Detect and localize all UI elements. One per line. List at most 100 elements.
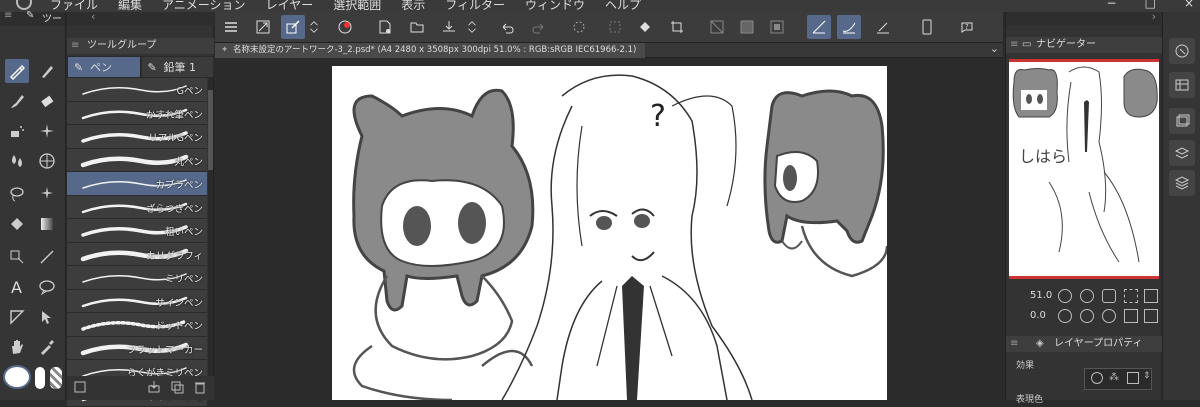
menu-icon[interactable]: ≡	[1010, 336, 1018, 352]
brush-item[interactable]: リアルGペン	[67, 125, 207, 149]
canvas-area[interactable]: ?	[215, 58, 1003, 400]
grid-snap-icon[interactable]	[871, 15, 895, 39]
collapse-icon[interactable]: ‹	[91, 10, 95, 23]
brush-tool-icon[interactable]	[5, 89, 29, 113]
sub-color-swatch[interactable]	[35, 367, 45, 389]
menu-icon[interactable]: ≡	[1010, 37, 1018, 53]
actual-size-icon[interactable]	[1102, 289, 1116, 303]
menu-item[interactable]: レイヤー	[266, 0, 314, 12]
duplicate-icon[interactable]	[170, 380, 184, 394]
help-icon[interactable]: ?	[955, 15, 979, 39]
fit-window-icon[interactable]	[251, 15, 275, 39]
layer-panel-icon[interactable]	[1169, 170, 1195, 196]
layer-color-icon[interactable]	[1127, 372, 1139, 384]
magic-wand-icon[interactable]	[35, 182, 59, 206]
border-effect-icon[interactable]	[1091, 372, 1103, 384]
material-panel-icon[interactable]	[1169, 72, 1195, 98]
pen-tool-icon[interactable]	[5, 59, 29, 83]
brush-item[interactable]: Gペン	[67, 78, 207, 102]
subtool-tab[interactable]: ✎鉛筆 1	[141, 56, 215, 78]
subtool-tab[interactable]: ✎ペン	[67, 56, 141, 78]
flip-vertical-icon[interactable]	[1144, 309, 1158, 323]
gradient-tool-icon[interactable]	[35, 212, 59, 236]
chevron-updown-icon[interactable]	[307, 15, 321, 39]
save-icon[interactable]	[437, 15, 461, 39]
menu-icon[interactable]	[219, 15, 243, 39]
import-icon[interactable]	[147, 380, 161, 394]
transparent-color-swatch[interactable]	[50, 367, 62, 389]
record-icon[interactable]	[333, 15, 357, 39]
open-folder-icon[interactable]	[405, 15, 429, 39]
menu-icon[interactable]: ≡	[71, 38, 79, 54]
grid-tool-icon[interactable]	[35, 149, 59, 173]
brush-item[interactable]: 粗いペン	[67, 219, 207, 243]
text-tool-icon[interactable]: A	[5, 275, 29, 299]
layer-property-panel-icon[interactable]	[1169, 108, 1195, 134]
brush-item[interactable]: フラットマーカー	[67, 337, 207, 361]
maximize-button[interactable]: □	[1145, 0, 1156, 10]
sparkle-tool-icon[interactable]	[35, 119, 59, 143]
zoom-out-icon[interactable]	[1058, 289, 1072, 303]
selection-off-icon[interactable]	[603, 15, 627, 39]
rotate-right-icon[interactable]	[1080, 309, 1094, 323]
artwork-canvas[interactable]: ?	[332, 66, 887, 400]
chevron-updown-icon[interactable]	[465, 15, 479, 39]
rotation-value[interactable]: 0.0	[1030, 310, 1046, 321]
brush-item[interactable]: ドットペン	[67, 313, 207, 337]
menu-icon[interactable]: ≡	[4, 10, 12, 21]
tool-tab-label[interactable]: ツー	[42, 10, 62, 25]
fit-icon[interactable]	[1124, 289, 1138, 303]
crop-icon[interactable]	[665, 15, 689, 39]
chevron-updown-icon[interactable]: ⇕	[1143, 371, 1151, 381]
invert-selection-icon[interactable]	[765, 15, 789, 39]
navigator-preview[interactable]: しはら	[1009, 59, 1159, 279]
rotate-left-icon[interactable]	[1058, 309, 1072, 323]
menu-item[interactable]: 表示	[401, 0, 425, 12]
airbrush-tool-icon[interactable]	[5, 119, 29, 143]
zoom-value[interactable]: 51.0	[1030, 290, 1052, 301]
menu-item[interactable]: フィルター	[445, 0, 505, 12]
menu-item[interactable]: アニメーション	[162, 0, 246, 12]
effect-buttons[interactable]: ⁂ ⇕	[1084, 368, 1152, 390]
brush-list-scrollbar[interactable]	[208, 78, 213, 378]
undo-icon[interactable]	[495, 15, 519, 39]
figure-tool-icon[interactable]	[5, 245, 29, 269]
minimize-button[interactable]: −	[1107, 0, 1117, 10]
hide-outside-icon[interactable]	[705, 15, 729, 39]
navigator-panel-icon[interactable]	[1169, 38, 1195, 64]
lasso-tool-icon[interactable]	[5, 182, 29, 206]
menu-item[interactable]: ウィンドウ	[525, 0, 585, 12]
frame-tool-icon[interactable]	[5, 305, 29, 329]
special-ruler-snap-icon[interactable]	[837, 15, 861, 39]
main-color-swatch[interactable]	[3, 365, 31, 389]
settings-icon[interactable]	[73, 380, 87, 394]
collapse-icon[interactable]: ›	[1152, 10, 1156, 23]
balloon-tool-icon[interactable]	[35, 275, 59, 299]
redo-icon[interactable]	[527, 15, 551, 39]
layer-search-panel-icon[interactable]	[1169, 140, 1195, 166]
eyedropper-tool-icon[interactable]	[35, 335, 59, 359]
clear-outside-icon[interactable]	[735, 15, 759, 39]
device-icon[interactable]	[915, 15, 939, 39]
ruler-snap-icon[interactable]	[807, 15, 831, 39]
hand-tool-icon[interactable]	[5, 335, 29, 359]
chevron-down-icon[interactable]: ⌄	[990, 42, 999, 55]
zoom-in-icon[interactable]	[1080, 289, 1094, 303]
brush-item[interactable]: かすれ筆ペン	[67, 102, 207, 126]
menu-item[interactable]: ヘルプ	[605, 0, 641, 12]
operation-tool-icon[interactable]	[35, 305, 59, 329]
brush-item[interactable]: カブラペン	[67, 172, 207, 196]
brush-item[interactable]: ざらつきペン	[67, 196, 207, 220]
flip-horizontal-icon[interactable]	[1124, 309, 1138, 323]
tone-effect-icon[interactable]: ⁂	[1109, 372, 1119, 383]
loading-spinner-icon[interactable]	[567, 15, 591, 39]
close-button[interactable]: ×	[1184, 0, 1194, 10]
menu-item[interactable]: 選択範囲	[333, 0, 381, 12]
blend-tool-icon[interactable]	[5, 149, 29, 173]
menu-item[interactable]: 編集	[118, 0, 142, 12]
fill-window-icon[interactable]	[1144, 289, 1158, 303]
eraser-tool-icon[interactable]	[35, 89, 59, 113]
fill-bucket-icon[interactable]	[633, 15, 657, 39]
brush-item[interactable]: 丸ペン	[67, 149, 207, 173]
brush-item[interactable]: サインペン	[67, 290, 207, 314]
